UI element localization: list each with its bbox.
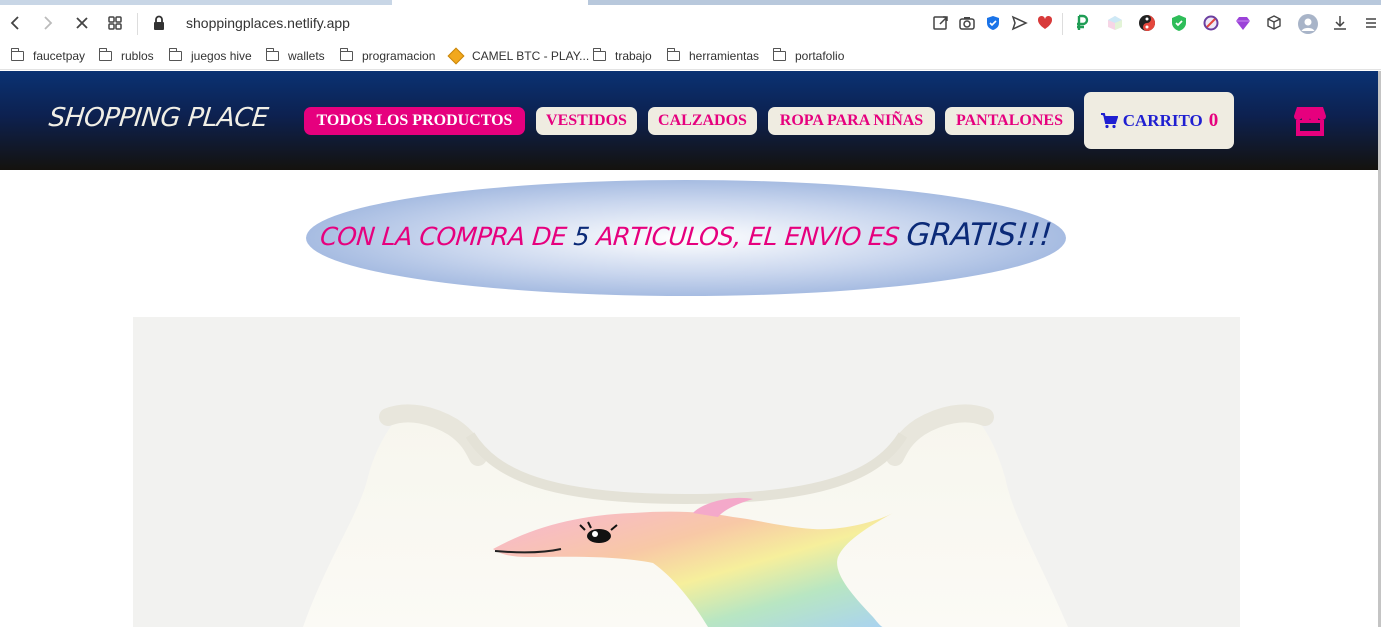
profile-avatar-icon[interactable] <box>1298 14 1318 34</box>
site-logo[interactable]: SHOPPING PLACE <box>47 103 269 133</box>
tab-grid-icon[interactable] <box>105 13 125 33</box>
nav-pantalones[interactable]: PANTALONES <box>945 107 1074 135</box>
box-extension-icon[interactable] <box>1265 14 1283 32</box>
site-header: SHOPPING PLACE TODOS LOS PRODUCTOS VESTI… <box>0 71 1378 170</box>
bookmark-rublos[interactable]: rublos <box>98 47 154 65</box>
yin-yang-extension-icon[interactable] <box>1138 14 1156 32</box>
bookmark-trabajo[interactable]: trabajo <box>592 47 652 65</box>
folder-icon <box>10 48 24 61</box>
shield-check-icon[interactable] <box>984 14 1002 32</box>
cart-button[interactable]: CARRITO 0 <box>1084 92 1234 149</box>
gem-extension-icon[interactable] <box>1234 14 1252 32</box>
product-image[interactable] <box>133 317 1240 627</box>
bookmark-faucetpay[interactable]: faucetpay <box>10 47 85 65</box>
promo-text: CON LA COMPRA DE 5 ARTICULOS, EL ENVIO E… <box>318 217 1054 253</box>
address-bar: shoppingplaces.netlify.app <box>0 5 1381 41</box>
camera-icon[interactable] <box>958 14 976 32</box>
cart-count: 0 <box>1208 109 1219 131</box>
dolphin-eye-highlight <box>592 531 598 537</box>
nav-todos-los-productos[interactable]: TODOS LOS PRODUCTOS <box>304 107 525 135</box>
divider <box>137 13 138 35</box>
dolphin-eye <box>587 529 611 543</box>
folder-icon <box>772 48 786 61</box>
cube-extension-icon[interactable] <box>1106 14 1124 32</box>
block-extension-icon[interactable] <box>1202 14 1220 32</box>
shield-extension-icon[interactable] <box>1170 14 1188 32</box>
heart-icon[interactable] <box>1036 14 1054 32</box>
send-icon[interactable] <box>1010 14 1028 32</box>
folder-icon <box>592 48 606 61</box>
bookmark-camel-btc[interactable]: CAMEL BTC - PLAY... <box>447 47 589 65</box>
ruble-extension-icon[interactable] <box>1073 14 1091 32</box>
nav-ropa-para-ninas[interactable]: ROPA PARA NIÑAS <box>768 107 935 135</box>
download-icon[interactable] <box>1331 14 1349 32</box>
folder-icon <box>339 48 353 61</box>
menu-icon[interactable] <box>1362 14 1380 32</box>
bookmarks-bar: faucetpay rublos juegos hive wallets pro… <box>0 41 1381 70</box>
bookmark-programacion[interactable]: programacion <box>339 47 435 65</box>
camel-btc-icon <box>447 47 465 65</box>
folder-icon <box>168 48 182 61</box>
folder-icon <box>666 48 680 61</box>
folder-icon <box>98 48 112 61</box>
nav-calzados[interactable]: CALZADOS <box>648 107 757 135</box>
stop-loading-icon[interactable] <box>72 13 92 33</box>
cart-icon <box>1100 112 1118 128</box>
promo-banner: CON LA COMPRA DE 5 ARTICULOS, EL ENVIO E… <box>306 180 1066 296</box>
store-icon[interactable] <box>1293 105 1327 137</box>
bookmark-wallets[interactable]: wallets <box>265 47 325 65</box>
folder-icon <box>265 48 279 61</box>
lock-icon[interactable] <box>153 15 165 31</box>
cart-label: CARRITO <box>1122 110 1203 130</box>
bookmark-herramientas[interactable]: herramientas <box>666 47 759 65</box>
share-icon[interactable] <box>932 14 950 32</box>
divider <box>1062 13 1063 35</box>
url-field[interactable]: shoppingplaces.netlify.app <box>186 15 350 31</box>
bookmark-juegos-hive[interactable]: juegos hive <box>168 47 252 65</box>
back-icon[interactable] <box>5 13 25 33</box>
nav-vestidos[interactable]: VESTIDOS <box>536 107 637 135</box>
bookmark-portafolio[interactable]: portafolio <box>772 47 844 65</box>
forward-icon[interactable] <box>38 13 58 33</box>
